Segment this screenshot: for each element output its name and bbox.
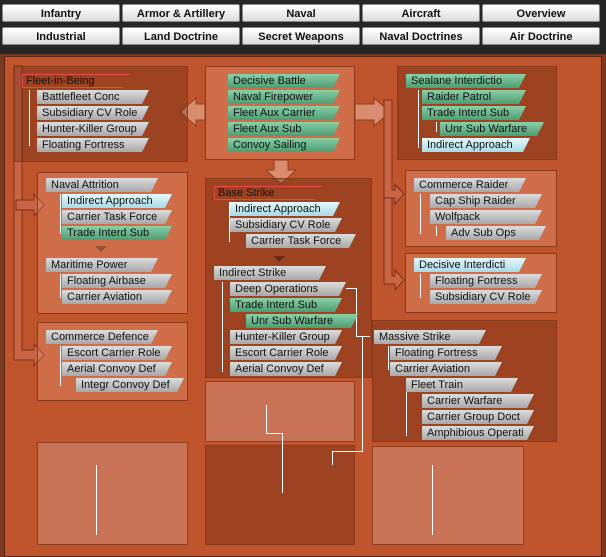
tree-line: [420, 194, 421, 234]
tree-line: [60, 194, 61, 234]
connector-line: [356, 288, 357, 336]
tech-cap-ship-raider[interactable]: Cap Ship Raider: [430, 194, 542, 208]
doctrine-commerce-raider[interactable]: Commerce Raider: [414, 178, 526, 192]
connector-line: [332, 451, 363, 452]
tech-carrier-aviation[interactable]: Carrier Aviation: [390, 362, 502, 376]
tab-aircraft[interactable]: Aircraft: [362, 4, 480, 22]
tech-naval-firepower[interactable]: Naval Firepower: [228, 90, 340, 104]
doctrine-indirect-strike[interactable]: Indirect Strike: [214, 266, 326, 280]
tree-line: [222, 282, 223, 372]
tech-trade-interd-sub[interactable]: Trade Interd Sub: [422, 106, 526, 120]
tech-escort-carrier-role[interactable]: Escort Carrier Role: [62, 346, 172, 360]
tree-line: [418, 90, 419, 148]
empty-slot-line: [96, 465, 97, 535]
connector-line: [346, 288, 356, 289]
tech-aerial-convoy-def[interactable]: Aerial Convoy Def: [62, 362, 172, 376]
tab-air-doctrine[interactable]: Air Doctrine: [482, 27, 600, 45]
tech-carrier-aviation[interactable]: Carrier Aviation: [62, 290, 172, 304]
tech-floating-airbase[interactable]: Floating Airbase: [62, 274, 172, 288]
connector-line: [332, 451, 333, 465]
tech-carrier-warfare[interactable]: Carrier Warfare: [422, 394, 534, 408]
tech-unr-sub-warfare[interactable]: Unr Sub Warfare: [440, 122, 544, 136]
tech-unr-sub-warfare[interactable]: Unr Sub Warfare: [246, 314, 358, 328]
connector-line: [356, 336, 370, 337]
tech-carrier-task-force[interactable]: Carrier Task Force: [246, 234, 356, 248]
tab-naval[interactable]: Naval: [242, 4, 360, 22]
tab-naval-doctrines[interactable]: Naval Doctrines: [362, 27, 480, 45]
tech-trade-interd-sub[interactable]: Trade Interd Sub: [62, 226, 172, 240]
tech-indirect-approach[interactable]: Indirect Approach: [230, 202, 340, 216]
empty-slot-right: [372, 446, 524, 545]
doctrine-sealane-interdiction[interactable]: Sealane Interdictio: [406, 74, 526, 88]
doctrine-maritime-power[interactable]: Maritime Power: [46, 258, 158, 272]
tech-floating-fortress[interactable]: Floating Fortress: [390, 346, 502, 360]
empty-slot-left: [37, 442, 188, 545]
tab-secret-weapons[interactable]: Secret Weapons: [242, 27, 360, 45]
empty-slot-line: [282, 433, 283, 493]
tech-floating-fortress[interactable]: Floating Fortress: [430, 274, 542, 288]
tech-fleet-train[interactable]: Fleet Train: [406, 378, 518, 392]
doctrine-naval-attrition[interactable]: Naval Attrition: [46, 178, 158, 192]
doctrine-commerce-defence[interactable]: Commerce Defence: [46, 330, 158, 344]
tech-indirect-approach[interactable]: Indirect Approach: [422, 138, 530, 152]
tech-carrier-group-doct[interactable]: Carrier Group Doct: [422, 410, 534, 424]
tech-indirect-approach[interactable]: Indirect Approach: [62, 194, 172, 208]
tab-land-doctrine[interactable]: Land Doctrine: [122, 27, 240, 45]
tech-carrier-task-force[interactable]: Carrier Task Force: [62, 210, 172, 224]
doctrine-massive-strike[interactable]: Massive Strike: [374, 330, 486, 344]
empty-slot-line: [266, 405, 267, 433]
tree-line: [29, 90, 30, 146]
tech-raider-patrol[interactable]: Raider Patrol: [422, 90, 526, 104]
tech-hunter-killer-group[interactable]: Hunter-Killer Group: [37, 122, 149, 136]
tech-subsidiary-cv-role[interactable]: Subsidiary CV Role: [230, 218, 342, 232]
tech-aerial-convoy-def[interactable]: Aerial Convoy Def: [230, 362, 342, 376]
tech-decisive-battle[interactable]: Decisive Battle: [228, 74, 340, 88]
tab-infantry[interactable]: Infantry: [2, 4, 120, 22]
empty-slot-line: [266, 433, 282, 434]
tree-line: [436, 122, 437, 132]
tech-deep-operations[interactable]: Deep Operations: [230, 282, 346, 296]
tech-wolfpack[interactable]: Wolfpack: [430, 210, 542, 224]
tech-subsidiary-cv-role[interactable]: Subsidiary CV Role: [430, 290, 542, 304]
connector-line: [362, 336, 363, 451]
tab-bar: Infantry Armor & Artillery Naval Aircraf…: [0, 0, 606, 54]
tab-industrial[interactable]: Industrial: [2, 27, 120, 45]
tree-line: [60, 274, 61, 298]
tree-line: [60, 346, 61, 386]
tech-subsidiary-cv-role[interactable]: Subsidiary CV Role: [37, 106, 149, 120]
tech-fleet-aux-carrier[interactable]: Fleet Aux Carrier: [228, 106, 340, 120]
tech-hunter-killer-group[interactable]: Hunter-Killer Group: [230, 330, 342, 344]
tree-line: [420, 274, 421, 298]
tree-line: [229, 202, 230, 242]
empty-slot-line: [432, 465, 433, 535]
tree-line: [436, 226, 437, 236]
doctrine-base-strike[interactable]: Base Strike: [214, 186, 322, 200]
tech-fleet-aux-sub[interactable]: Fleet Aux Sub: [228, 122, 340, 136]
tech-adv-sub-ops[interactable]: Adv Sub Ops: [446, 226, 546, 240]
tab-overview[interactable]: Overview: [482, 4, 600, 22]
tech-integr-convoy-def[interactable]: Integr Convoy Def: [76, 378, 184, 392]
tech-trade-interd-sub[interactable]: Trade Interd Sub: [230, 298, 342, 312]
tech-escort-carrier-role[interactable]: Escort Carrier Role: [230, 346, 342, 360]
tree-line: [388, 346, 389, 370]
doctrine-decisive-interdiction[interactable]: Decisive Interdicti: [414, 258, 526, 272]
tech-convoy-sailing[interactable]: Convoy Sailing: [228, 138, 340, 152]
tech-floating-fortress[interactable]: Floating Fortress: [37, 138, 149, 152]
doctrine-fleet-in-being[interactable]: Fleet-in-Being: [22, 74, 130, 88]
tech-amphibious-operations[interactable]: Amphibious Operati: [422, 426, 534, 440]
tab-armor-artillery[interactable]: Armor & Artillery: [122, 4, 240, 22]
tech-battlefleet-conc[interactable]: Battlefleet Conc: [37, 90, 149, 104]
